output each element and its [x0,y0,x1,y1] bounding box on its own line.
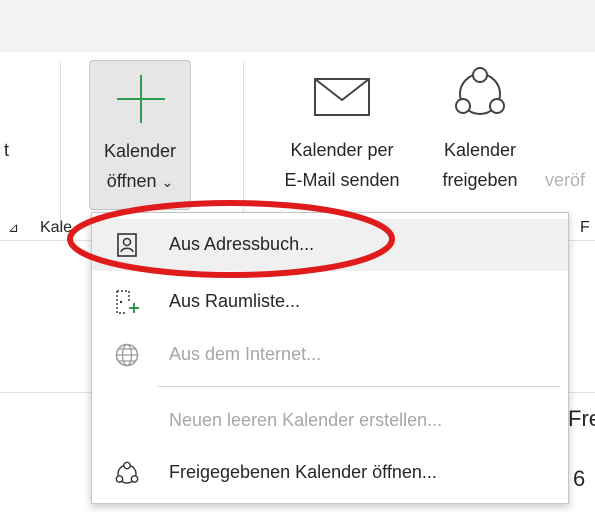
menu-item-label: Aus dem Internet... [169,344,322,364]
menu-item-label: Aus Raumliste... [169,291,301,311]
open-calendar-button[interactable]: Kalender öffnen ⌄ [89,60,191,210]
weekday-header-fragment: Fre [568,406,595,431]
menu-item-label: Neuen leeren Kalender erstellen... [169,410,443,430]
open-calendar-label-1: Kalender [103,141,177,161]
menu-separator [158,386,560,387]
publish-online-button-fragment[interactable]: veröf [545,170,585,191]
room-list-icon [114,289,140,315]
menu-item-label: Aus Adressbuch... [169,234,315,254]
menu-item-from-room-list[interactable]: Aus Raumliste... [92,276,568,328]
menu-item-new-blank-calendar[interactable]: Neuen leeren Kalender erstellen... [92,395,568,447]
menu-item-label: Freigegebenen Kalender öffnen... [169,462,437,482]
address-book-icon [114,232,140,258]
ribbon-separator [243,62,244,232]
share-calendar-label-1: Kalender [443,140,517,160]
menu-item-from-internet[interactable]: Aus dem Internet... [92,329,568,381]
share-calendar-button[interactable]: Kalender freigeben [428,62,532,202]
chevron-down-icon: ⌄ [161,174,174,190]
menu-item-from-address-book[interactable]: Aus Adressbuch... [92,219,568,271]
share-icon [452,66,508,125]
open-calendar-label-2: öffnen ⌄ [106,171,174,191]
group-label-manage-calendars: Kale [40,219,73,236]
email-calendar-label-2: E-Mail senden [284,170,400,190]
date-number-fragment: 6 [573,466,586,491]
title-bar-area [0,0,595,52]
menu-item-open-shared-calendar[interactable]: Freigegebenen Kalender öffnen... [92,447,568,499]
dialog-launcher-icon[interactable]: ⊿ [8,220,19,236]
email-calendar-label-1: Kalender per [290,140,394,160]
open-calendar-dropdown-menu: Aus Adressbuch... Aus Raumliste... Aus d [91,212,569,504]
ribbon-separator [60,62,61,232]
globe-icon [114,342,140,368]
email-calendar-button[interactable]: Kalender per E-Mail senden [262,62,422,202]
shared-calendar-icon [114,460,140,486]
plus-icon [115,73,167,130]
group-label-right-fragment: F [580,219,590,236]
envelope-icon [314,78,370,121]
share-calendar-label-2: freigeben [442,170,518,190]
ribbon-left-fragment: t [4,140,10,160]
